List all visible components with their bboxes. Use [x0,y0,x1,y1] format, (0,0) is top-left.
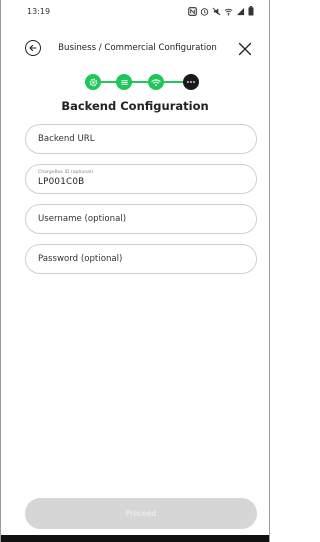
list-icon [120,79,128,85]
step-1 [85,74,101,90]
battery-icon [248,6,254,16]
page-title: Business / Commercial Configuration [58,43,217,53]
status-bar: 13:19 [1,0,269,22]
alarm-icon [200,7,209,16]
wifi-status-icon [224,8,233,15]
stepper-connector [99,81,117,83]
close-button[interactable] [238,41,252,56]
username-placeholder: Username (optional) [38,214,127,224]
chargebox-id-value: LP001C0B [38,177,85,187]
progress-stepper [1,73,269,91]
app-screen: 13:19 Business / Commercial Configuratio… [0,0,270,542]
back-button[interactable] [25,40,41,56]
arrow-left-icon [29,44,37,52]
header: Business / Commercial Configuration [1,34,269,62]
chargebox-id-label: ChargeBox ID (optional) [38,170,94,175]
stepper-connector [162,81,185,83]
bottom-bar [1,535,269,542]
close-icon [238,42,252,56]
more-icon [187,81,195,83]
mute-icon [212,7,221,15]
status-time: 13:19 [27,6,51,16]
nfc-icon [188,6,197,16]
signal-icon [236,7,245,15]
wifi-icon [151,78,161,86]
backend-url-placeholder: Backend URL [38,134,95,144]
step-2 [116,74,132,90]
status-icons [188,6,254,16]
password-placeholder: Password (optional) [38,254,123,264]
gear-icon [89,78,97,86]
proceed-button[interactable]: Proceed [25,498,257,529]
step-3 [148,74,164,90]
chargebox-id-field[interactable]: ChargeBox ID (optional) LP001C0B [25,164,257,194]
step-4 [183,74,199,90]
username-field[interactable]: Username (optional) [25,204,257,234]
password-field[interactable]: Password (optional) [25,244,257,274]
backend-url-field[interactable]: Backend URL [25,124,257,154]
stepper-connector [131,81,149,83]
section-title: Backend Configuration [61,99,209,113]
